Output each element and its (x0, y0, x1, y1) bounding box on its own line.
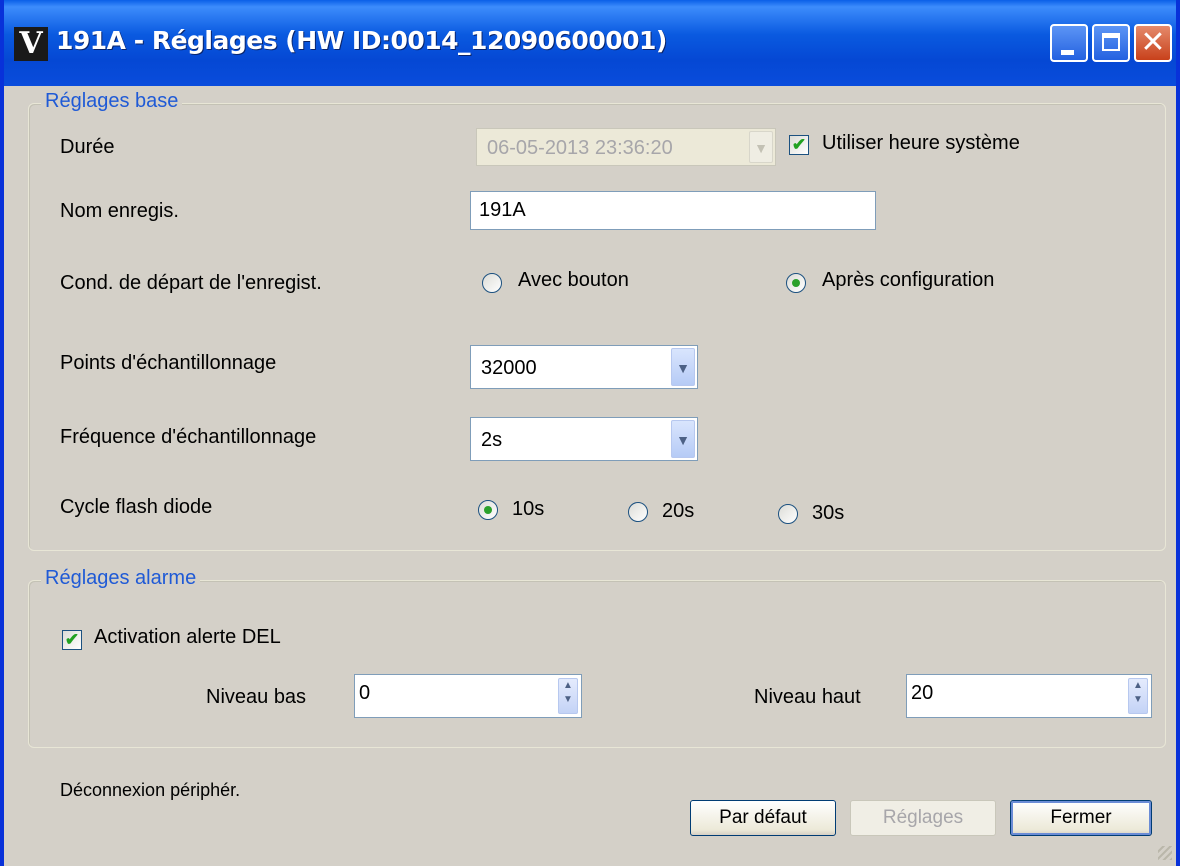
flash-20s-label[interactable]: 20s (662, 500, 694, 523)
use-system-time-checkbox[interactable]: ✔ (789, 135, 809, 155)
low-level-spinner[interactable]: 0 ▲ ▼ (354, 674, 582, 718)
maximize-icon (1102, 33, 1120, 51)
alarm-settings-title: Réglages alarme (41, 567, 201, 590)
reset-default-button[interactable]: Par défaut (690, 800, 836, 836)
alarm-settings-group: Réglages alarme (28, 567, 1166, 748)
start-after-config-label[interactable]: Après configuration (822, 269, 994, 292)
apply-settings-button[interactable]: Réglages (850, 800, 996, 836)
sampling-frequency-label: Fréquence d'échantillonnage (60, 426, 317, 448)
spin-down-icon[interactable]: ▼ (1133, 694, 1143, 705)
close-button[interactable]: Fermer (1010, 800, 1152, 836)
chevron-down-icon: ▼ (749, 131, 773, 163)
title-bar[interactable]: V 191A - Réglages (HW ID:0014_1209060000… (4, 0, 1176, 86)
flash-10s-label[interactable]: 10s (512, 498, 544, 521)
low-level-label: Niveau bas (206, 686, 307, 708)
duration-label: Durée (60, 136, 115, 158)
sampling-points-select[interactable]: 32000 ▼ (470, 345, 698, 389)
duration-value: 06-05-2013 23:36:20 (487, 137, 673, 159)
resize-grip-icon[interactable] (1158, 846, 1172, 860)
spin-up-icon[interactable]: ▲ (563, 680, 573, 691)
spin-down-icon[interactable]: ▼ (563, 694, 573, 705)
high-level-value: 20 (911, 682, 934, 704)
spin-up-icon[interactable]: ▲ (1133, 680, 1143, 691)
base-settings-title: Réglages base (41, 90, 183, 113)
app-logo-icon: V (14, 27, 48, 61)
duration-datetime-picker[interactable]: 06-05-2013 23:36:20 ▼ (476, 128, 776, 166)
window-title: 191A - Réglages (HW ID:0014_12090600001) (56, 26, 667, 55)
flash-20s-radio[interactable] (628, 502, 648, 522)
start-condition-label: Cond. de départ de l'enregist. (60, 272, 322, 294)
sampling-frequency-select[interactable]: 2s ▼ (470, 417, 698, 461)
spin-arrows-icon[interactable]: ▲ ▼ (1128, 678, 1148, 714)
chevron-down-icon[interactable]: ▼ (671, 348, 695, 386)
close-icon: ✕ (1140, 25, 1166, 60)
sampling-frequency-value: 2s (481, 429, 503, 451)
minimize-button[interactable] (1050, 24, 1088, 62)
low-level-value: 0 (359, 682, 371, 704)
high-level-label: Niveau haut (754, 686, 861, 708)
led-flash-cycle-label: Cycle flash diode (60, 496, 213, 518)
led-alert-checkbox[interactable]: ✔ (62, 630, 82, 650)
close-window-button[interactable]: ✕ (1134, 24, 1172, 62)
sampling-points-value: 32000 (481, 357, 537, 379)
flash-30s-radio[interactable] (778, 504, 798, 524)
base-settings-group: Réglages base (28, 90, 1166, 551)
settings-dialog: V 191A - Réglages (HW ID:0014_1209060000… (0, 0, 1180, 866)
led-alert-label[interactable]: Activation alerte DEL (94, 626, 281, 649)
flash-10s-radio[interactable] (478, 500, 498, 520)
name-label: Nom enregis. (60, 200, 179, 222)
recorder-name-input[interactable]: 191A (470, 191, 876, 230)
maximize-button[interactable] (1092, 24, 1130, 62)
start-after-config-radio[interactable] (786, 273, 806, 293)
start-with-button-radio[interactable] (482, 273, 502, 293)
start-with-button-label[interactable]: Avec bouton (518, 269, 629, 292)
flash-30s-label[interactable]: 30s (812, 502, 844, 525)
sampling-points-label: Points d'échantillonnage (60, 352, 277, 374)
chevron-down-icon[interactable]: ▼ (671, 420, 695, 458)
connection-status: Déconnexion périphér. (60, 780, 241, 800)
minimize-icon (1061, 50, 1074, 55)
high-level-spinner[interactable]: 20 ▲ ▼ (906, 674, 1152, 718)
spin-arrows-icon[interactable]: ▲ ▼ (558, 678, 578, 714)
use-system-time-label[interactable]: Utiliser heure système (822, 132, 1020, 155)
